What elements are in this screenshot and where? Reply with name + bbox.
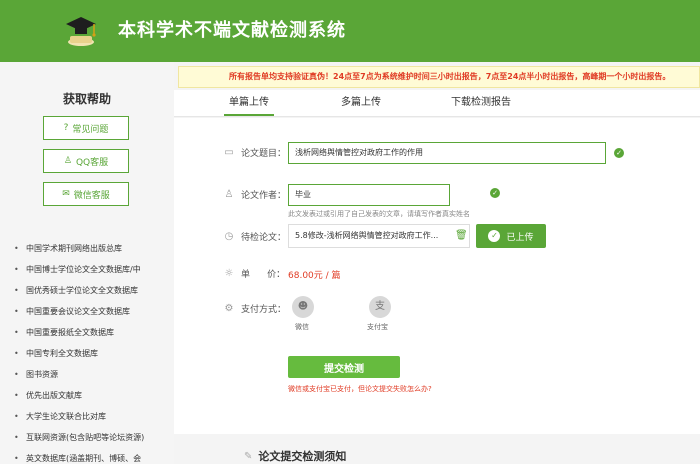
- tab-download-report[interactable]: 下载检测报告: [446, 90, 516, 116]
- question-circle-icon: ?: [63, 123, 69, 133]
- file-name: 5.8修改-浅析网络舆情管控对政府工作...: [295, 231, 439, 240]
- tab-multi-upload[interactable]: 多篇上传: [336, 90, 386, 116]
- sidebar: 获取帮助 ? 常见问题 ♙ QQ客服 ✉ 微信客服 中国学术期刊网络出版总库 中…: [0, 62, 175, 469]
- wechat-icon: ✉: [62, 189, 70, 199]
- payment-issue-link[interactable]: 微信或支付宝已支付，但论文提交失败怎么办?: [288, 384, 432, 394]
- database-list: 中国学术期刊网络出版总库 中国博士学位论文全文数据库/中 国优秀硕士学位论文全文…: [12, 238, 172, 469]
- pencil-icon: ✎: [244, 450, 253, 462]
- main-content: 所有报告单均支持验证真伪！24点至7点为系统维护时间三小时出报告，7点至24点半…: [174, 62, 700, 464]
- lightbulb-icon: ☼: [224, 267, 234, 279]
- submission-notice-section: ✎ 论文提交检测须知: [174, 436, 700, 464]
- graduation-cap-icon: [66, 17, 96, 46]
- wechat-service-label: 微信客服: [73, 190, 110, 201]
- check-circle-icon: ✓: [488, 230, 501, 242]
- list-item: 中国重要报纸全文数据库: [12, 322, 172, 343]
- faq-button-label: 常见问题: [72, 124, 109, 135]
- settings-icon: ⚙: [224, 302, 234, 314]
- pay-label-row: ⚙ 支付方式：: [222, 302, 287, 316]
- price-label: 单 价：: [241, 270, 286, 280]
- title-label-row: ▭ 论文题目：: [222, 146, 287, 160]
- wechat-service-button[interactable]: ✉ 微信客服: [43, 182, 129, 206]
- wechat-pay-label: 微信: [295, 323, 309, 331]
- alipay-icon[interactable]: 支: [369, 296, 391, 318]
- price-value: 68.00元 / 篇: [288, 271, 341, 281]
- list-item: 图书资源: [12, 364, 172, 385]
- submission-notice-label: 论文提交检测须知: [258, 450, 347, 463]
- price-label-row: ☼ 单 价：: [222, 267, 286, 281]
- file-label-row: ◷ 待检论文：: [222, 230, 287, 244]
- list-item: 大学生论文联合比对库: [12, 406, 172, 427]
- author-label: 论文作者：: [241, 191, 287, 201]
- selected-file: 5.8修改-浅析网络舆情管控对政府工作... 🗑: [288, 224, 470, 248]
- author-valid-icon: ✓: [490, 188, 500, 198]
- qq-service-button[interactable]: ♙ QQ客服: [43, 149, 129, 173]
- upload-tabs: 单篇上传 多篇上传 下载检测报告: [174, 90, 700, 117]
- alipay-label: 支付宝: [367, 323, 388, 331]
- faq-button[interactable]: ? 常见问题: [43, 116, 129, 140]
- qq-icon: ♙: [63, 156, 72, 166]
- title-input[interactable]: 浅析网络舆情管控对政府工作的作用: [288, 142, 606, 164]
- list-item: 中国博士学位论文全文数据库/中: [12, 259, 172, 280]
- file-label: 待检论文：: [241, 233, 287, 243]
- wechat-pay-icon[interactable]: ☻: [292, 296, 314, 318]
- title-label: 论文题目：: [241, 149, 287, 159]
- qq-service-label: QQ客服: [75, 157, 109, 168]
- list-item: 中国重要会议论文全文数据库: [12, 301, 172, 322]
- list-item: 中国专利全文数据库: [12, 343, 172, 364]
- title-valid-icon: ✓: [614, 148, 624, 158]
- tab-single-upload[interactable]: 单篇上传: [224, 90, 274, 116]
- list-item: 国优秀硕士学位论文全文数据库: [12, 280, 172, 301]
- list-item: 英文数据库(涵盖期刊、博硕、会: [12, 448, 172, 469]
- site-title: 本科学术不端文献检测系统: [118, 20, 346, 41]
- help-title: 获取帮助: [62, 92, 111, 106]
- list-item: 中国学术期刊网络出版总库: [12, 238, 172, 259]
- uploaded-button[interactable]: ✓ 已上传: [476, 224, 546, 248]
- site-header: 本科学术不端文献检测系统: [0, 0, 700, 62]
- author-hint: 此文发表过或引用了自己发表的文章，请填写作者真实姓名: [288, 210, 470, 218]
- notice-banner: 所有报告单均支持验证真伪！24点至7点为系统维护时间三小时出报告，7点至24点半…: [178, 66, 700, 88]
- document-icon: ▭: [224, 146, 234, 158]
- author-label-row: ♙ 论文作者：: [222, 188, 287, 202]
- trash-icon[interactable]: 🗑: [455, 230, 468, 242]
- submission-notice-title: ✎ 论文提交检测须知: [244, 448, 346, 464]
- list-item: 优先出版文献库: [12, 385, 172, 406]
- user-icon: ♙: [224, 188, 234, 200]
- pay-label: 支付方式：: [241, 305, 287, 315]
- submit-button[interactable]: 提交检测: [288, 356, 400, 378]
- clock-icon: ◷: [224, 230, 234, 242]
- list-item: 互联网资源(包含贴吧等论坛资源): [12, 427, 172, 448]
- author-input[interactable]: 毕业: [288, 184, 450, 206]
- upload-form: ▭ 论文题目： 浅析网络舆情管控对政府工作的作用 ✓ ♙ 论文作者： 毕业 ✓ …: [174, 118, 700, 434]
- uploaded-label: 已上传: [506, 232, 534, 243]
